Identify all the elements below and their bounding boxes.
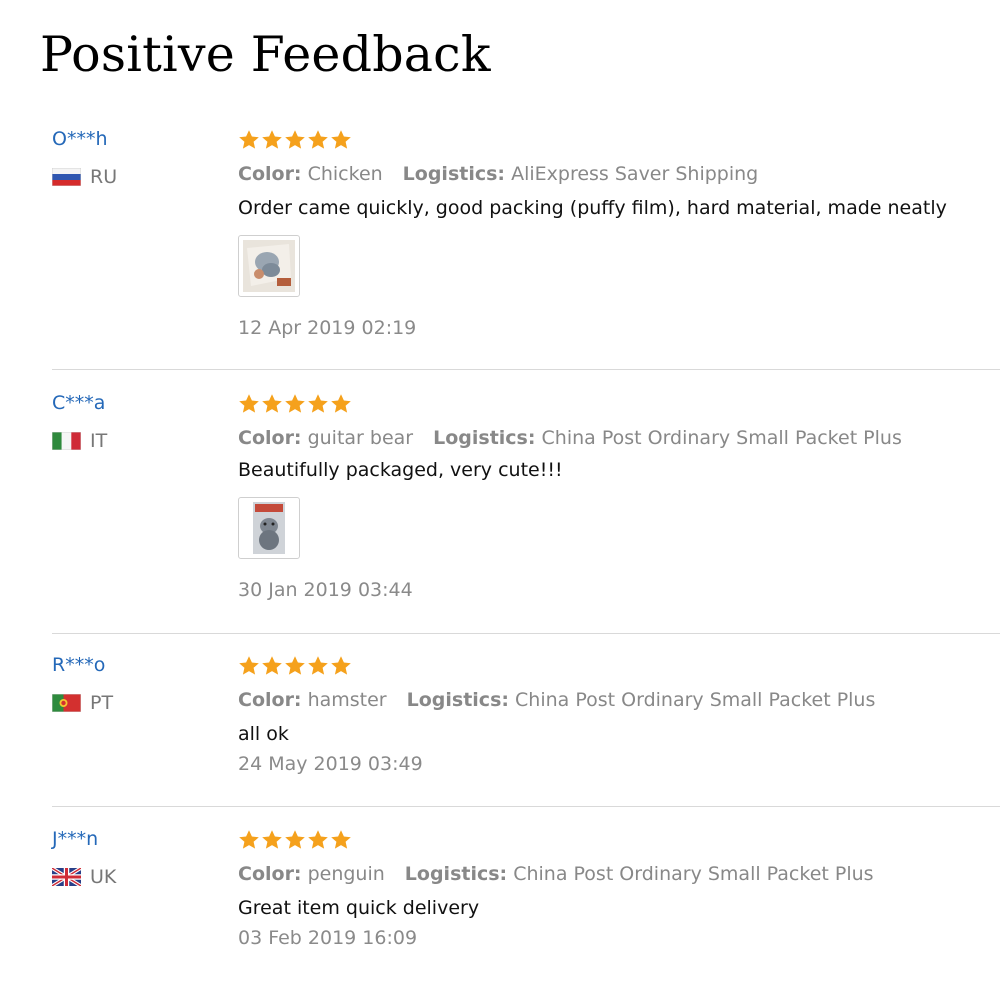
logistics-key: Logistics: xyxy=(406,689,509,711)
logistics-value: China Post Ordinary Small Packet Plus xyxy=(513,863,874,885)
color-key: Color: xyxy=(238,163,302,185)
review-item: O***h RU Color: Chicken Logistics: AliEx… xyxy=(0,128,1000,370)
italy-flag-icon xyxy=(52,432,81,450)
review-comment: Beautifully packaged, very cute!!! xyxy=(238,459,563,481)
color-value: penguin xyxy=(307,863,385,885)
star-rating xyxy=(238,828,990,852)
review-content: Color: Chicken Logistics: AliExpress Sav… xyxy=(238,128,990,339)
reviewer-country: PT xyxy=(52,692,113,714)
star-icon xyxy=(330,655,352,677)
reviewer-name[interactable]: O***h xyxy=(52,128,108,150)
reviewer-name[interactable]: R***o xyxy=(52,654,105,676)
reviewer-name[interactable]: J***n xyxy=(52,828,98,850)
star-icon xyxy=(284,393,306,415)
color-key: Color: xyxy=(238,689,302,711)
review-photo-thumbnail[interactable] xyxy=(238,235,300,297)
review-date: 03 Feb 2019 16:09 xyxy=(238,927,418,949)
star-icon xyxy=(261,129,283,151)
star-icon xyxy=(284,129,306,151)
russia-flag-icon xyxy=(52,168,81,186)
review-divider xyxy=(52,806,1000,807)
review-content: Color: hamster Logistics: China Post Ord… xyxy=(238,654,990,775)
page-title: Positive Feedback xyxy=(40,26,491,83)
star-icon xyxy=(261,393,283,415)
logistics-value: China Post Ordinary Small Packet Plus xyxy=(515,689,876,711)
color-value: hamster xyxy=(307,689,387,711)
color-key: Color: xyxy=(238,427,302,449)
color-value: Chicken xyxy=(307,163,383,185)
star-icon xyxy=(307,393,329,415)
star-icon xyxy=(284,655,306,677)
review-date: 12 Apr 2019 02:19 xyxy=(238,317,417,339)
review-content: Color: penguin Logistics: China Post Ord… xyxy=(238,828,990,949)
country-code: IT xyxy=(90,430,108,452)
star-icon xyxy=(330,829,352,851)
review-photo-thumbnail[interactable] xyxy=(238,497,300,559)
star-rating xyxy=(238,654,990,678)
portugal-flag-icon xyxy=(52,694,81,712)
logistics-key: Logistics: xyxy=(404,863,508,885)
review-date: 30 Jan 2019 03:44 xyxy=(238,579,413,601)
star-icon xyxy=(307,829,329,851)
review-comment: all ok xyxy=(238,723,289,745)
star-icon xyxy=(330,129,352,151)
logistics-key: Logistics: xyxy=(433,427,536,449)
star-icon xyxy=(284,829,306,851)
star-rating xyxy=(238,128,990,152)
review-date: 24 May 2019 03:49 xyxy=(238,753,423,775)
review-item: J***n UK Color: penguin Logistics: China… xyxy=(0,828,1000,968)
reviewer-name[interactable]: C***a xyxy=(52,392,105,414)
review-meta: Color: guitar bear Logistics: China Post… xyxy=(238,427,990,449)
country-code: RU xyxy=(90,166,118,188)
review-divider xyxy=(52,369,1000,370)
star-rating xyxy=(238,392,990,416)
review-content: Color: guitar bear Logistics: China Post… xyxy=(238,392,990,601)
reviewer-country: UK xyxy=(52,866,116,888)
uk-flag-icon xyxy=(52,868,81,886)
star-icon xyxy=(238,393,260,415)
star-icon xyxy=(261,655,283,677)
review-comment: Order came quickly, good packing (puffy … xyxy=(238,197,947,219)
review-meta: Color: hamster Logistics: China Post Ord… xyxy=(238,689,990,711)
review-divider xyxy=(52,633,1000,634)
country-code: UK xyxy=(90,866,117,888)
reviewer-country: RU xyxy=(52,166,117,188)
review-comment: Great item quick delivery xyxy=(238,897,480,919)
review-meta: Color: penguin Logistics: China Post Ord… xyxy=(238,863,990,885)
review-meta: Color: Chicken Logistics: AliExpress Sav… xyxy=(238,163,990,185)
star-icon xyxy=(307,655,329,677)
logistics-key: Logistics: xyxy=(402,163,506,185)
star-icon xyxy=(307,129,329,151)
star-icon xyxy=(330,393,352,415)
reviewer-country: IT xyxy=(52,430,107,452)
country-code: PT xyxy=(90,692,114,714)
star-icon xyxy=(238,829,260,851)
star-icon xyxy=(238,655,260,677)
review-item: R***o PT Color: hamster Logistics: China… xyxy=(0,654,1000,807)
star-icon xyxy=(238,129,260,151)
star-icon xyxy=(261,829,283,851)
logistics-value: China Post Ordinary Small Packet Plus xyxy=(541,427,902,449)
logistics-value: AliExpress Saver Shipping xyxy=(511,163,759,185)
color-key: Color: xyxy=(238,863,302,885)
color-value: guitar bear xyxy=(307,427,414,449)
review-item: C***a IT Color: guitar bear Logistics: C… xyxy=(0,392,1000,634)
